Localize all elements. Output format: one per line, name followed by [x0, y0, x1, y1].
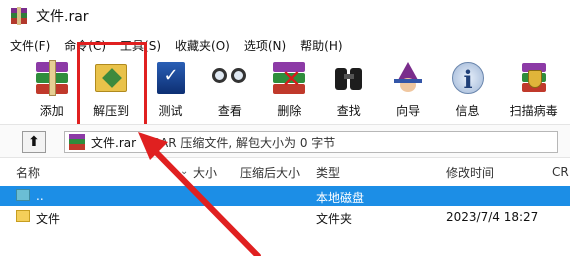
sort-down-icon: ⌄: [180, 166, 189, 177]
add-archive-icon: [32, 60, 72, 96]
menu-help[interactable]: 帮助(H): [300, 37, 342, 54]
wizard-button[interactable]: 向导: [378, 56, 437, 122]
file-list-header: 名称 ⌄ 大小 压缩后大小 类型 修改时间 CR: [0, 160, 570, 184]
test-button-label: 测试: [158, 104, 183, 118]
view-button-label: 查看: [217, 104, 242, 118]
info-icon: [448, 60, 488, 96]
window-title: 文件.rar: [36, 9, 89, 25]
column-header-type[interactable]: 类型: [316, 164, 340, 181]
column-header-crc[interactable]: CR: [552, 165, 569, 179]
column-header-name[interactable]: 名称: [16, 164, 40, 181]
find-button-label: 查找: [336, 104, 361, 118]
folder-icon: [16, 210, 30, 222]
scan-virus-icon: [514, 60, 554, 96]
binoculars-icon: [329, 60, 369, 96]
file-type: 文件夹: [316, 212, 353, 226]
info-button[interactable]: 信息: [438, 56, 497, 122]
address-bar: ⬆ 文件.rar - RAR 压缩文件, 解包大小为 0 字节: [0, 124, 570, 158]
find-button[interactable]: 查找: [319, 56, 378, 122]
column-header-modified[interactable]: 修改时间: [446, 164, 494, 181]
up-arrow-icon: ⬆: [28, 134, 40, 150]
file-type: 本地磁盘: [316, 191, 365, 205]
scan-virus-button-label: 扫描病毒: [509, 104, 558, 118]
file-modified: 2023/7/4 18:27: [446, 210, 539, 224]
wizard-button-label: 向导: [396, 104, 421, 118]
drive-folder-icon: [16, 189, 30, 201]
table-row[interactable]: .. 本地磁盘: [0, 186, 570, 206]
delete-button-label: 删除: [277, 104, 302, 118]
column-header-packed-size[interactable]: 压缩后大小: [240, 164, 300, 181]
menu-file[interactable]: 文件(F): [10, 37, 50, 54]
view-button[interactable]: 查看: [200, 56, 259, 122]
table-row[interactable]: 文件 文件夹 2023/7/4 18:27: [0, 207, 570, 227]
address-description: - RAR 压缩文件, 解包大小为 0 字节: [144, 135, 336, 150]
glasses-icon: [210, 60, 250, 96]
menu-options[interactable]: 选项(N): [244, 37, 286, 54]
title-bar: 文件.rar: [0, 0, 570, 32]
winrar-app-icon: [10, 7, 28, 25]
menu-favorites[interactable]: 收藏夹(O): [175, 37, 230, 54]
delete-archive-icon: [269, 60, 309, 96]
delete-button[interactable]: 删除: [260, 56, 319, 122]
annotation-highlight-box: [77, 42, 147, 128]
test-check-icon: [151, 60, 191, 96]
wizard-icon: [388, 60, 428, 96]
file-name: 文件: [36, 212, 61, 226]
info-button-label: 信息: [455, 104, 480, 118]
add-button[interactable]: 添加: [22, 56, 81, 122]
up-folder-button[interactable]: ⬆: [22, 131, 46, 153]
scan-virus-button[interactable]: 扫描病毒: [497, 56, 570, 122]
test-button[interactable]: 测试: [141, 56, 200, 122]
rar-archive-icon: [69, 134, 85, 150]
file-name: ..: [36, 189, 44, 203]
column-header-size[interactable]: 大小: [193, 164, 217, 181]
add-button-label: 添加: [39, 104, 64, 118]
address-file-name: 文件.rar: [91, 135, 137, 150]
address-field[interactable]: 文件.rar - RAR 压缩文件, 解包大小为 0 字节: [64, 131, 558, 153]
